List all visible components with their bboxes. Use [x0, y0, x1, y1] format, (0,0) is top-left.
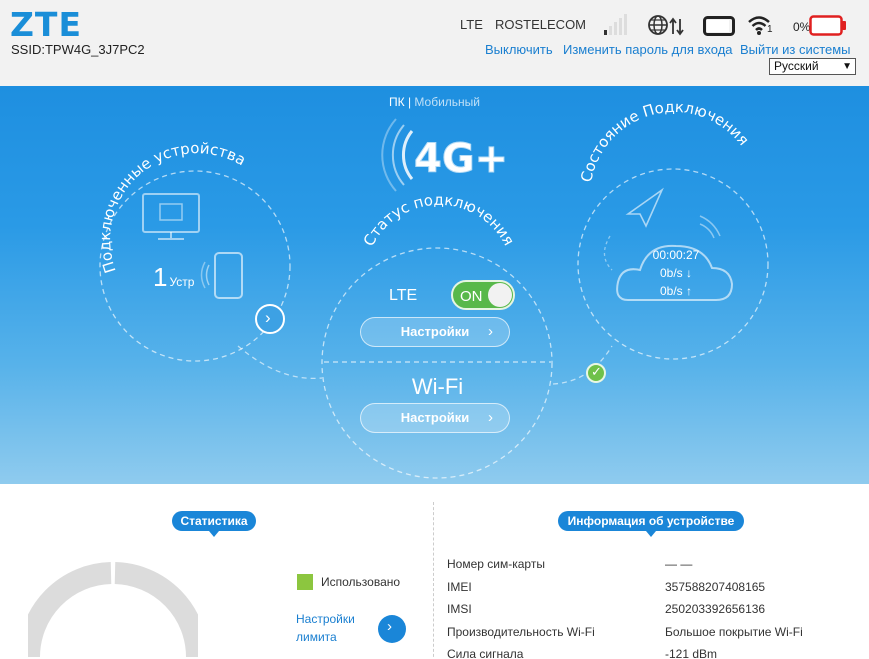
lte-settings-label: Настройки — [400, 324, 470, 339]
change-password-link[interactable]: Изменить пароль для входа — [563, 42, 733, 57]
used-legend-swatch — [297, 574, 313, 590]
lte-toggle-state: ON — [460, 288, 483, 305]
disconnect-link[interactable]: Выключить — [485, 42, 553, 57]
info-value: — — — [665, 557, 693, 571]
monitor-icon — [142, 193, 200, 240]
statistics-title: Статистика — [172, 511, 256, 537]
signal-strength-icon — [604, 14, 627, 35]
limit-settings-link[interactable]: Настройки лимита — [296, 610, 355, 646]
header-bar: ZTE SSID:TPW4G_3J7PC2 LTE ROSTELECOM 1 0… — [0, 0, 869, 86]
wifi-client-count: 1 — [767, 24, 773, 35]
info-key: Номер сим-карты — [447, 557, 545, 571]
info-key: IMEI — [447, 580, 472, 594]
info-row-sim: Номер сим-карты — — — [447, 557, 857, 579]
battery-icon — [809, 15, 846, 36]
download-rate: 0b/s ↓ — [659, 266, 692, 280]
mode-pc-link[interactable]: ПК — [389, 95, 405, 109]
lte-toggle-switch[interactable]: ON — [451, 280, 515, 310]
chevron-right-icon: › — [387, 618, 392, 635]
svg-text:4G+: 4G+ — [414, 136, 508, 182]
zte-logo: ZTE — [10, 5, 82, 44]
battery-percent: 0% — [793, 20, 811, 34]
mode-mobile-link[interactable]: Мобильный — [414, 95, 480, 109]
connected-devices-title: Подключенные устройства — [96, 139, 249, 275]
lte-settings-button[interactable]: Настройки › — [360, 317, 510, 347]
bottom-panel: Статистика Использовано Настройки лимита… — [0, 484, 869, 659]
language-select[interactable]: Русский ▼ — [769, 58, 856, 75]
wifi-label: Wi-Fi — [411, 374, 464, 399]
connected-check-icon: ✓ — [586, 363, 606, 383]
limit-settings-line1: Настройки — [296, 612, 355, 626]
connection-status-title: Статус подключения — [360, 191, 518, 249]
upload-rate: 0b/s ↑ — [659, 284, 692, 298]
hero-panel: Подключенные устройства Статус подключен… — [0, 86, 869, 484]
info-value: 250203392656136 — [665, 602, 766, 616]
wifi-settings-button[interactable]: Настройки › — [360, 403, 510, 433]
usage-donut-chart — [28, 562, 198, 658]
logout-link[interactable]: Выйти из системы — [740, 42, 851, 57]
4g-plus-badge: 4G+ — [381, 118, 509, 192]
connection-state-title: Состояние Подключения — [577, 98, 753, 184]
phone-icon — [200, 252, 243, 299]
ssid-label: SSID:TPW4G_3J7PC2 — [11, 42, 145, 57]
view-mode-toggle: ПК | Мобильный — [0, 95, 869, 109]
lte-label: LTE — [389, 287, 418, 304]
info-key: Производительность Wi-Fi — [447, 625, 595, 639]
info-key: IMSI — [447, 602, 472, 616]
used-legend-label: Использовано — [321, 575, 401, 589]
limit-settings-button[interactable]: › — [378, 615, 406, 643]
info-row-imsi: IMSI 250203392656136 — [447, 602, 857, 624]
info-key: Сила сигнала — [447, 647, 524, 659]
info-value: -121 dBm — [665, 647, 718, 659]
info-value: Большое покрытие Wi-Fi — [665, 625, 803, 639]
info-value: 357588207408165 — [665, 580, 766, 594]
device-count-number: 1 — [153, 262, 168, 292]
device-info-title: Информация об устройстве — [558, 511, 744, 537]
info-row-signal: Сила сигнала -121 dBm — [447, 647, 857, 659]
device-count: 1 Устр — [153, 262, 194, 293]
limit-settings-line2: лимита — [296, 630, 337, 644]
device-count-unit: Устр — [169, 275, 195, 289]
chevron-down-icon: ▼ — [842, 61, 852, 72]
globe-data-icon — [648, 15, 684, 36]
chevron-right-icon: › — [265, 308, 271, 327]
section-divider — [433, 502, 434, 659]
info-row-wifi-performance: Производительность Wi-Fi Большое покрыти… — [447, 625, 857, 647]
info-row-imei: IMEI 357588207408165 — [447, 580, 857, 602]
toggle-knob — [488, 283, 512, 307]
language-select-value: Русский — [774, 59, 819, 73]
wifi-settings-label: Настройки — [400, 410, 470, 425]
connected-time: 00:00:27 — [652, 248, 700, 262]
operator-name: ROSTELECOM — [495, 17, 587, 32]
devices-details-button[interactable]: › — [255, 304, 285, 334]
chevron-right-icon: › — [488, 323, 493, 340]
network-type-label: LTE — [460, 17, 483, 32]
chevron-right-icon: › — [488, 409, 493, 426]
sim-card-icon — [703, 16, 735, 36]
mode-separator: | — [407, 95, 412, 109]
